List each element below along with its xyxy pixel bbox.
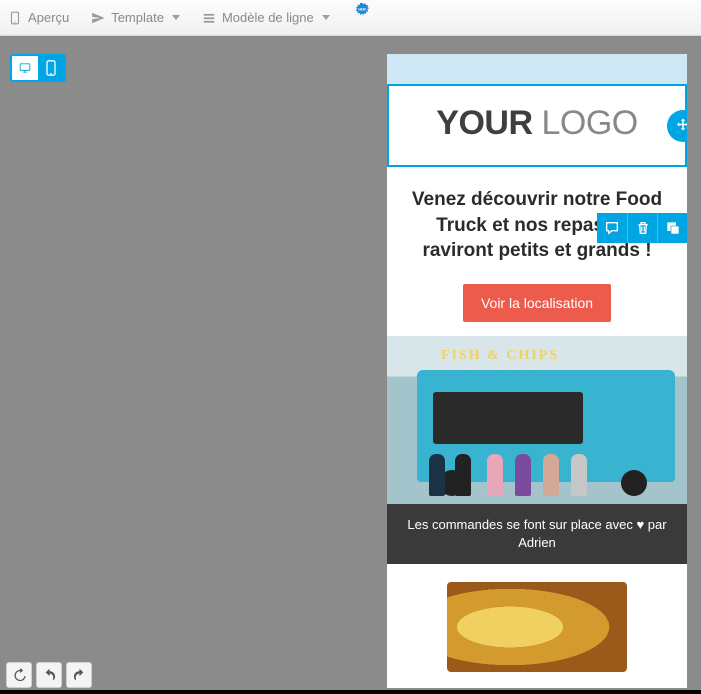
redo-icon xyxy=(72,668,87,683)
footer-caption[interactable]: Les commandes se font sur place avec ♥ p… xyxy=(387,504,687,564)
preview-button[interactable]: Aperçu xyxy=(8,10,69,25)
preview-label: Aperçu xyxy=(28,10,69,25)
person xyxy=(571,454,587,496)
mobile-icon xyxy=(8,11,22,25)
move-icon xyxy=(674,117,687,135)
hero-image[interactable]: FISH & CHIPS Freshly Hand Battered xyxy=(387,336,687,504)
chevron-down-icon xyxy=(172,15,180,20)
row-model-label: Modèle de ligne xyxy=(222,10,314,25)
logo-light: LOGO xyxy=(533,104,638,142)
mobile-view-button[interactable] xyxy=(38,56,64,80)
undo-icon xyxy=(42,668,57,683)
device-toggle xyxy=(10,54,66,82)
rows-icon xyxy=(202,11,216,25)
delete-button[interactable] xyxy=(627,213,657,243)
undo-button[interactable] xyxy=(36,662,62,688)
person xyxy=(543,454,559,496)
history-icon xyxy=(12,668,27,683)
person xyxy=(429,454,445,496)
person xyxy=(487,454,503,496)
history-button[interactable] xyxy=(6,662,32,688)
logo-block[interactable]: YOUR LOGO xyxy=(387,84,687,167)
logo-strong: YOUR xyxy=(436,104,532,142)
chevron-down-icon xyxy=(322,15,330,20)
truck-wheel xyxy=(621,470,647,496)
send-icon xyxy=(91,11,105,25)
redo-button[interactable] xyxy=(66,662,92,688)
truck-windows xyxy=(433,392,583,444)
block-actions xyxy=(597,213,687,243)
person xyxy=(455,454,471,496)
history-controls xyxy=(6,662,92,688)
truck-sign: FISH & CHIPS xyxy=(441,348,559,364)
comment-icon xyxy=(604,220,620,236)
header-spacer xyxy=(387,54,687,84)
food-image[interactable] xyxy=(447,582,627,672)
move-handle[interactable] xyxy=(667,110,687,142)
email-preview: YOUR LOGO Venez découvrir notre Food Tru… xyxy=(387,54,687,688)
duplicate-button[interactable] xyxy=(657,213,687,243)
template-dropdown[interactable]: Template xyxy=(91,10,180,25)
cta-button[interactable]: Voir la localisation xyxy=(463,284,611,322)
bottom-strip xyxy=(0,690,701,694)
editor-canvas: YOUR LOGO Venez découvrir notre Food Tru… xyxy=(0,36,701,694)
template-label: Template xyxy=(111,10,164,25)
copy-icon xyxy=(665,220,681,236)
trash-icon xyxy=(635,220,651,236)
person xyxy=(515,454,531,496)
top-toolbar: Aperçu Template Modèle de ligne NEW xyxy=(0,0,701,36)
desktop-icon xyxy=(19,60,31,76)
comment-button[interactable] xyxy=(597,213,627,243)
row-model-dropdown[interactable]: Modèle de ligne xyxy=(202,10,330,25)
desktop-view-button[interactable] xyxy=(12,56,38,80)
svg-text:NEW: NEW xyxy=(358,7,365,11)
new-badge: NEW xyxy=(355,2,369,16)
mobile-icon xyxy=(45,60,57,76)
